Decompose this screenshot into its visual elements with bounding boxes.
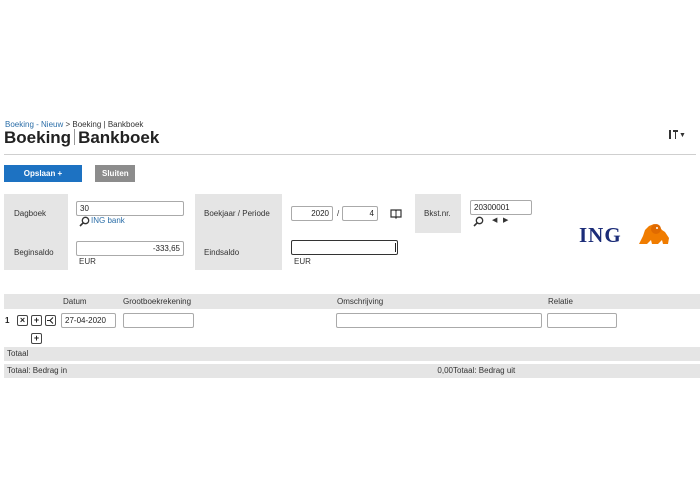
beginsaldo-currency: EUR — [79, 257, 96, 266]
add-row-icon[interactable]: + — [31, 315, 42, 326]
bedrag-in-label: Totaal: Bedrag in — [7, 366, 68, 375]
text-cursor — [395, 243, 396, 252]
beginsaldo-label: Beginsaldo — [14, 248, 54, 257]
bank-logo: ING — [579, 220, 671, 248]
search-icon[interactable] — [79, 216, 90, 227]
grootboekrekening-input[interactable] — [123, 313, 194, 328]
column-header-omschrijving[interactable]: Omschrijving — [337, 297, 383, 306]
beginsaldo-field: -333,65 — [76, 241, 184, 256]
eindsaldo-input[interactable] — [291, 240, 398, 255]
previous-icon[interactable]: ◀ — [492, 216, 497, 224]
relatie-input[interactable] — [547, 313, 617, 328]
search-icon[interactable] — [473, 216, 484, 227]
bedrag-in-value: 0,00 — [437, 366, 453, 375]
dagboek-label: Dagboek — [14, 209, 47, 218]
bedrag-uit-label: Totaal: Bedrag uit — [453, 366, 516, 375]
column-header-relatie[interactable]: Relatie — [548, 297, 573, 306]
eindsaldo-currency: EUR — [294, 257, 311, 266]
close-button[interactable]: Sluiten — [95, 165, 135, 182]
middle-label-panel — [195, 194, 282, 270]
datum-input[interactable]: 27-04-2020 — [61, 313, 116, 328]
left-label-panel — [4, 194, 68, 270]
delete-row-icon[interactable]: × — [17, 315, 28, 326]
totaal-label: Totaal — [7, 349, 29, 358]
column-header-datum[interactable]: Datum — [63, 297, 87, 306]
totaal-bar: Totaal — [4, 347, 700, 361]
bank-logo-text: ING — [579, 223, 622, 247]
lion-icon — [639, 224, 669, 244]
page-title-part1: Boeking — [4, 128, 72, 147]
column-header-grootboekrekening[interactable]: Grootboekrekening — [123, 297, 191, 306]
periode-input[interactable]: 4 — [342, 206, 378, 221]
boekjaar-periode-label: Boekjaar / Periode — [204, 209, 270, 218]
eindsaldo-label: Eindsaldo — [204, 248, 240, 257]
periode-separator: / — [337, 209, 340, 218]
page-title-part2: Bankboek — [78, 128, 160, 147]
totals-bar: Totaal: Bedrag in 0,00 Totaal: Bedrag ui… — [4, 364, 700, 378]
book-icon[interactable] — [390, 208, 402, 219]
row-number: 1 — [5, 316, 10, 325]
split-row-icon[interactable] — [45, 315, 56, 326]
save-new-button[interactable]: Opslaan + Nieuw — [4, 165, 82, 195]
dagboek-link[interactable]: ING bank — [91, 216, 125, 225]
boekjaar-input[interactable]: 2020 — [291, 206, 333, 221]
next-icon[interactable]: ▶ — [503, 216, 508, 224]
add-line-icon[interactable]: + — [31, 333, 42, 344]
title-divider — [4, 154, 696, 155]
bkst-label: Bkst.nr. — [424, 209, 451, 218]
dagboek-input[interactable]: 30 — [76, 201, 184, 216]
page-title: Boeking Bankboek — [4, 128, 159, 148]
bkst-input[interactable]: 20300001 — [470, 200, 532, 215]
tools-menu-icon[interactable]: ▼ — [668, 128, 686, 142]
omschrijving-input[interactable] — [336, 313, 542, 328]
title-separator — [74, 129, 76, 145]
